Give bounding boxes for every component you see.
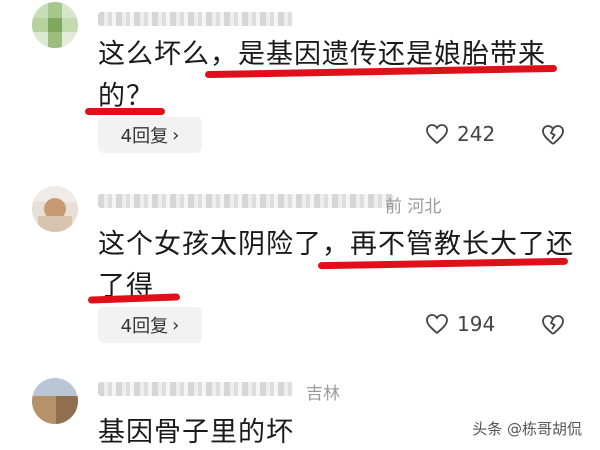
like-count: 194	[457, 312, 496, 336]
reply-count-label: 4回复	[120, 126, 169, 147]
red-underline-annotation	[85, 108, 165, 115]
comment-text-line-1: 基因骨子里的坏	[98, 417, 294, 448]
comment-1: 这么坏么，是基因遗传还是娘胎带来 的？ 4回复 › 242	[0, 0, 600, 170]
like-button[interactable]: 242	[425, 122, 495, 146]
username-blurred[interactable]	[98, 12, 293, 26]
location-label: 前 河北	[385, 197, 442, 217]
watermark: 头条 @栋哥胡侃	[472, 420, 582, 438]
comment-2: 前 河北 这个女孩太阴险了，再不管教长大了还 了得 4回复 › 194	[0, 180, 600, 350]
avatar[interactable]	[32, 378, 78, 424]
like-button[interactable]: 194	[425, 312, 495, 336]
username-blurred[interactable]	[98, 382, 293, 396]
broken-heart-icon[interactable]	[541, 124, 565, 146]
like-count: 242	[457, 122, 496, 146]
reply-count-button[interactable]: 4回复 ›	[98, 117, 202, 153]
avatar[interactable]	[32, 186, 78, 232]
comment-text-line-1: 这个女孩太阴险了，再不管教长大了还	[98, 229, 574, 260]
username-blurred[interactable]	[98, 194, 394, 208]
broken-heart-icon[interactable]	[541, 314, 565, 336]
reply-count-label: 4回复	[120, 316, 169, 337]
heart-outline-icon	[426, 124, 448, 145]
avatar[interactable]	[32, 2, 78, 48]
location-label: 吉林	[306, 384, 340, 404]
chevron-right-icon: ›	[172, 124, 180, 146]
reply-count-button[interactable]: 4回复 ›	[98, 307, 202, 343]
heart-outline-icon	[426, 314, 448, 335]
chevron-right-icon: ›	[172, 314, 180, 336]
comment-text-line-1: 这么坏么，是基因遗传还是娘胎带来	[98, 39, 546, 70]
